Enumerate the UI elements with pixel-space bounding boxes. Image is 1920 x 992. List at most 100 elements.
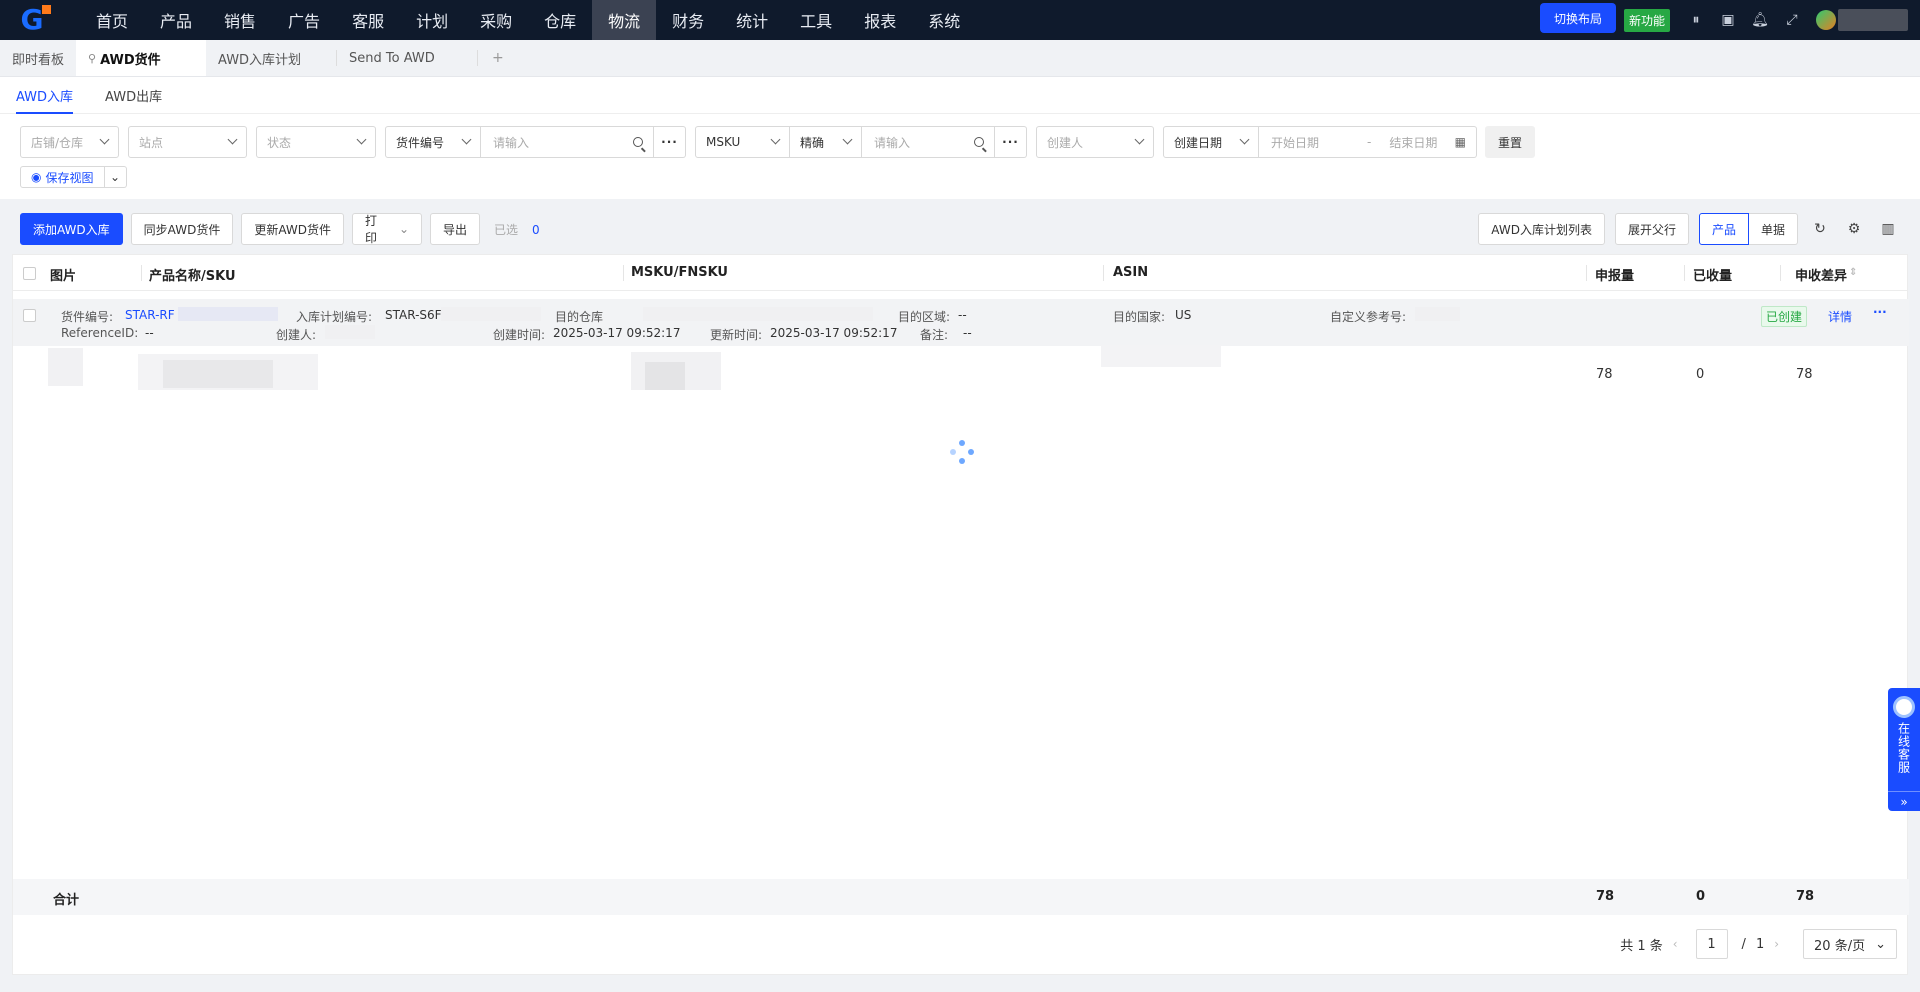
more-actions-icon[interactable]: ··· [1873, 305, 1887, 319]
nav-item[interactable]: 产品 [144, 0, 208, 40]
col-diff[interactable]: 申收差异 [1795, 265, 1847, 284]
avatar[interactable] [1816, 10, 1836, 30]
custom-ref-label: 自定义参考号: [1330, 310, 1407, 324]
expand-parent-rows-button[interactable]: 展开父行 [1614, 213, 1689, 245]
summary-received: 0 [1696, 889, 1706, 904]
sync-awd-shipment-button[interactable]: 同步AWD货件 [130, 213, 234, 245]
more-options-button[interactable]: ··· [654, 126, 686, 158]
subtab-awd-outbound[interactable]: AWD出库 [89, 77, 178, 114]
pin-icon[interactable]: ⚲ [88, 52, 96, 65]
save-view-dropdown[interactable]: ⌄ [104, 166, 127, 188]
msku-input[interactable]: 请输入 [862, 126, 995, 158]
online-service-widget[interactable]: 在线客服 » [1888, 688, 1920, 811]
user-name-redacted[interactable] [1838, 9, 1908, 31]
tab-send-to-awd[interactable]: Send To AWD [337, 40, 477, 76]
select-all-checkbox[interactable] [23, 267, 36, 280]
nav-item[interactable]: 仓库 [528, 0, 592, 40]
update-awd-shipment-button[interactable]: 更新AWD货件 [241, 213, 345, 245]
expand-service-icon[interactable]: » [1888, 791, 1920, 811]
region-label: 目的区域: [898, 310, 951, 324]
columns-icon[interactable]: ▥ [1876, 217, 1900, 241]
top-navbar: G 首页 产品 销售 广告 客服 计划 采购 仓库 物流 财务 统计 工具 报表 系统 切换布局 新功能 … [0, 0, 1920, 40]
next-page-icon[interactable]: › [1774, 937, 1779, 951]
column-divider [1103, 265, 1104, 281]
awd-inbound-plan-list-button[interactable]: AWD入库计划列表 [1478, 213, 1605, 245]
refresh-icon[interactable]: ↻ [1808, 217, 1832, 241]
shipment-no-input[interactable]: 请输入 [481, 126, 654, 158]
view-document-option[interactable]: 单据 [1748, 213, 1798, 245]
nav-item[interactable]: 财务 [656, 0, 720, 40]
redacted-value [178, 307, 278, 321]
page-size-label: 20 条/页 [1814, 938, 1866, 954]
column-divider [141, 265, 142, 281]
page-size-select[interactable]: 20 条/页 ⌄ [1803, 929, 1897, 959]
nav-item[interactable]: 广告 [272, 0, 336, 40]
nav-item[interactable]: 销售 [208, 0, 272, 40]
pause-icon[interactable]: ⏸ [1680, 0, 1712, 40]
view-product-option[interactable]: 产品 [1698, 213, 1749, 245]
subtab-awd-inbound[interactable]: AWD入库 [0, 77, 89, 114]
nav-item[interactable]: 工具 [784, 0, 848, 40]
created-time-value: 2025-03-17 09:52:17 [553, 326, 681, 340]
nav-item[interactable]: 采购 [464, 0, 528, 40]
switch-layout-button[interactable]: 切换布局 [1539, 3, 1616, 33]
save-view-button[interactable]: ◉ 保存视图 [20, 166, 105, 188]
prev-page-icon[interactable]: ‹ [1673, 937, 1678, 951]
col-declared: 申报量 [1595, 269, 1635, 284]
selected-count: 已选 0 [494, 221, 540, 238]
product-image[interactable] [48, 348, 83, 386]
fullscreen-icon[interactable]: ⤢ [1776, 0, 1808, 40]
search-icon[interactable] [974, 137, 984, 147]
diff-qty: 78 [1796, 367, 1813, 382]
tab-awd-shipment-label: AWD货件 [100, 52, 161, 68]
filter-panel: 店铺/仓库 站点 状态 货件编号 请输入 ··· MSKU 精确 请输入 ···… [0, 114, 1920, 199]
detail-link[interactable]: 详情 [1828, 308, 1852, 325]
shipment-no-link[interactable]: STAR-RF [125, 308, 175, 322]
spinner-dot [950, 449, 956, 455]
chevron-down-icon [1134, 134, 1145, 145]
input-placeholder: 请输入 [493, 135, 530, 150]
calendar-check-icon[interactable]: ▣ [1712, 0, 1744, 40]
eye-icon: ◉ [31, 170, 42, 184]
save-view-label: 保存视图 [45, 170, 94, 185]
tab-dashboard[interactable]: 即时看板 [0, 40, 76, 76]
date-type-select[interactable]: 创建日期 [1163, 126, 1259, 158]
shipment-no-field-select[interactable]: 货件编号 [385, 126, 481, 158]
chevron-down-icon [842, 134, 853, 145]
match-mode-select[interactable]: 精确 [790, 126, 862, 158]
group-row-checkbox[interactable] [23, 309, 36, 322]
nav-item[interactable]: 计划 [400, 0, 464, 40]
nav-item[interactable]: 报表 [848, 0, 912, 40]
table-header: 图片 产品名称/SKU MSKU/FNSKU ASIN 申报量 已收量 申收差异… [13, 255, 1907, 291]
export-button[interactable]: 导出 [430, 213, 481, 245]
status-select[interactable]: 状态 [256, 126, 376, 158]
spinner-dot [968, 449, 974, 455]
app-logo[interactable]: G [0, 0, 64, 40]
nav-item[interactable]: 首页 [80, 0, 144, 40]
bell-icon[interactable]: 🔔︎ [1744, 0, 1776, 40]
tab-awd-inbound-plan[interactable]: AWD入库计划 [206, 40, 336, 76]
status-select-placeholder: 状态 [267, 135, 292, 150]
new-feature-badge[interactable]: 新功能 [1623, 8, 1670, 32]
search-icon[interactable] [633, 137, 643, 147]
nav-item[interactable]: 客服 [336, 0, 400, 40]
nav-item[interactable]: 系统 [912, 0, 976, 40]
tab-awd-shipment[interactable]: ⚲ AWD货件 [76, 40, 207, 76]
nav-item[interactable]: 统计 [720, 0, 784, 40]
calendar-icon[interactable]: ▦ [1455, 135, 1466, 149]
date-range-picker[interactable]: 开始日期 - 结束日期 ▦ [1259, 126, 1477, 158]
gear-icon[interactable]: ⚙ [1842, 217, 1866, 241]
page-separator: / [1741, 936, 1746, 952]
creator-select[interactable]: 创建人 [1036, 126, 1154, 158]
reset-button[interactable]: 重置 [1485, 126, 1536, 158]
add-awd-inbound-button[interactable]: 添加AWD入库 [20, 213, 123, 245]
print-dropdown[interactable]: 打印 ⌄ [352, 213, 423, 245]
nav-item[interactable]: 物流 [592, 0, 657, 40]
sort-icon[interactable]: ⇕ [1849, 267, 1857, 278]
msku-field-select[interactable]: MSKU [695, 126, 790, 158]
add-tab-button[interactable]: + [478, 40, 518, 76]
site-select[interactable]: 站点 [128, 126, 247, 158]
more-options-button[interactable]: ··· [995, 126, 1027, 158]
current-page-input[interactable]: 1 [1695, 929, 1728, 959]
store-warehouse-select[interactable]: 店铺/仓库 [20, 126, 119, 158]
